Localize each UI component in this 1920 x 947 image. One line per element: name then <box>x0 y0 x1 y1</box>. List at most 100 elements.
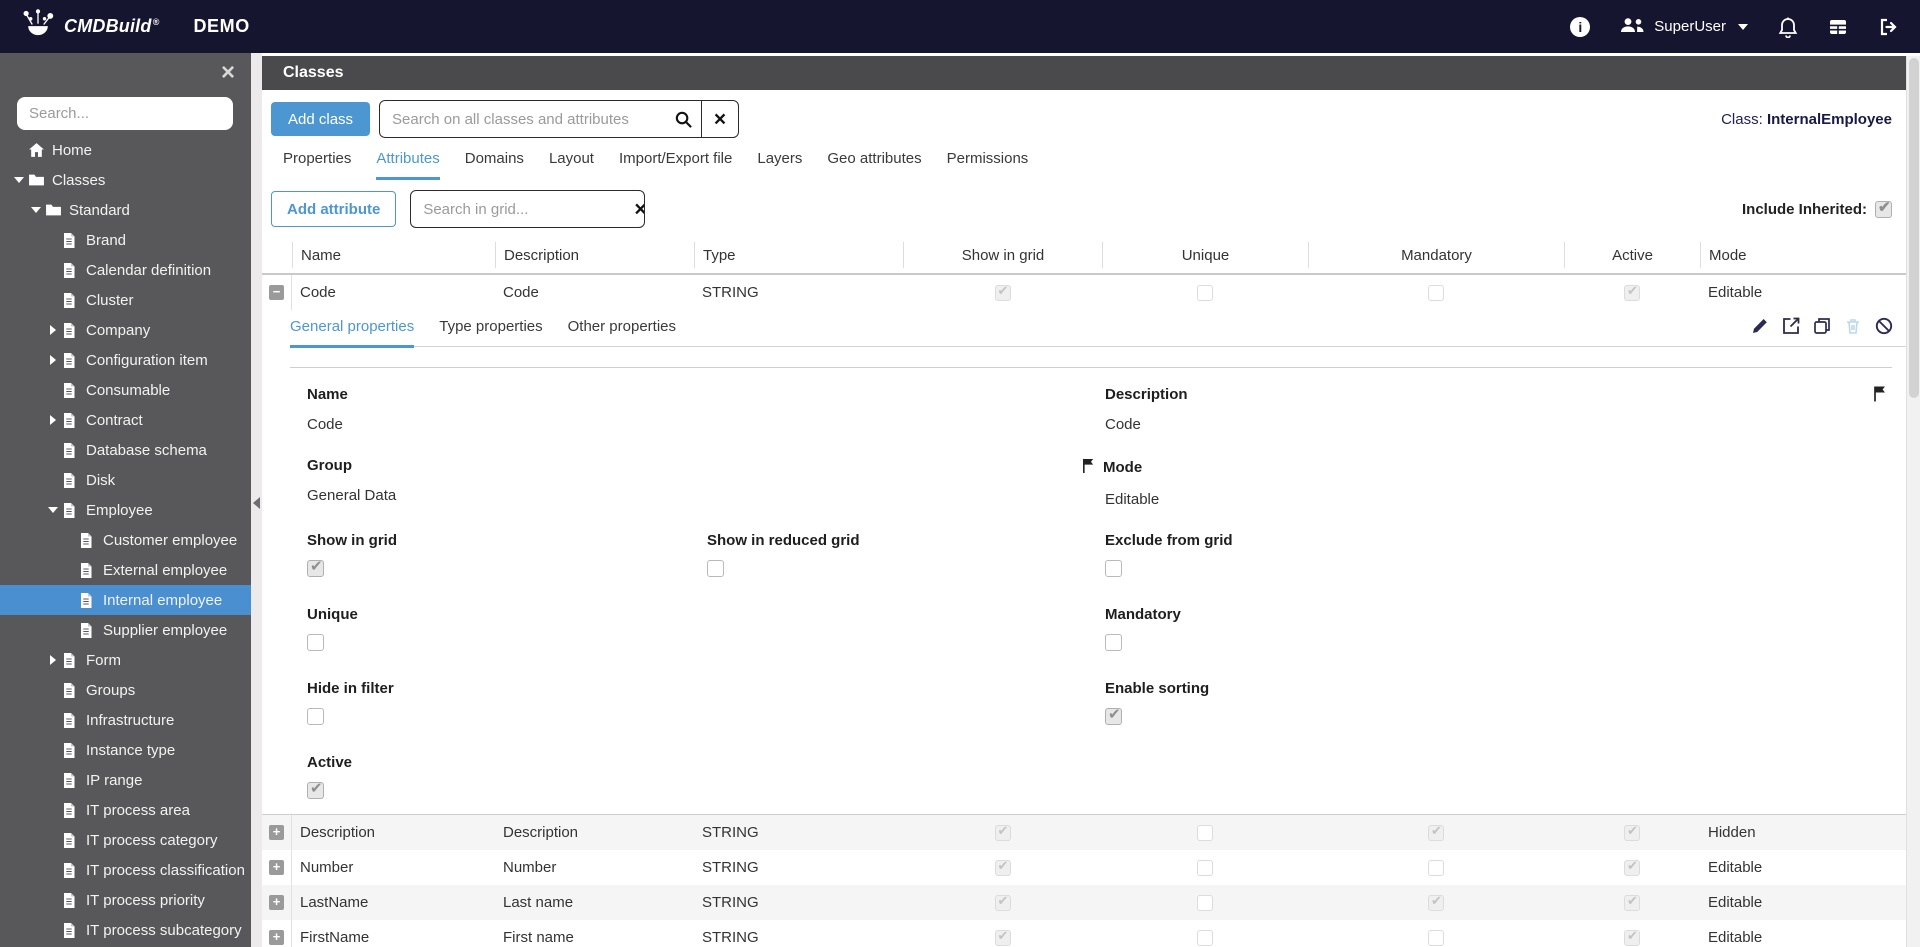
sidebar-item-it-process-area[interactable]: IT process area <box>0 795 251 825</box>
sidebar-item-it-process-priority[interactable]: IT process priority <box>0 885 251 915</box>
sidebar-item-supplier-employee[interactable]: Supplier employee <box>0 615 251 645</box>
show-in-reduced-grid-checkbox[interactable] <box>707 560 724 577</box>
delete-trash-icon[interactable] <box>1843 316 1863 336</box>
tab-layout[interactable]: Layout <box>549 150 594 180</box>
sidebar-item-instance-type[interactable]: Instance type <box>0 735 251 765</box>
sidebar-item-classes[interactable]: Classes <box>0 165 251 195</box>
attribute-row-firstname[interactable]: + FirstName First name STRING Editable <box>262 920 1906 947</box>
sidebar-item-groups[interactable]: Groups <box>0 675 251 705</box>
logout-icon[interactable] <box>1878 17 1900 37</box>
add-class-button[interactable]: Add class <box>271 102 371 136</box>
sidebar-item-disk[interactable]: Disk <box>0 465 251 495</box>
sidebar-item-form[interactable]: Form <box>0 645 251 675</box>
disable-ban-icon[interactable] <box>1874 316 1894 336</box>
tab-properties[interactable]: Properties <box>283 150 351 180</box>
column-header-description[interactable]: Description <box>495 242 694 268</box>
user-menu[interactable]: SuperUser <box>1620 17 1748 37</box>
mandatory-checkbox[interactable] <box>1105 634 1122 651</box>
column-header-name[interactable]: Name <box>292 242 495 268</box>
caret-down-icon[interactable] <box>12 177 26 183</box>
sidebar-item-it-process-subcategory[interactable]: IT process subcategory <box>0 915 251 945</box>
caret-down-icon[interactable] <box>29 207 43 213</box>
info-icon[interactable]: i <box>1570 16 1591 37</box>
sidebar-item-home[interactable]: Home <box>0 135 251 165</box>
column-header-mode[interactable]: Mode <box>1700 242 1906 268</box>
exclude-from-grid-checkbox[interactable] <box>1105 560 1122 577</box>
caret-down-icon[interactable] <box>46 507 60 513</box>
sidebar-item-customer-employee[interactable]: Customer employee <box>0 525 251 555</box>
grid-apps-icon[interactable] <box>1828 17 1848 37</box>
detail-tab-other-properties[interactable]: Other properties <box>568 318 676 346</box>
expand-row-icon[interactable]: + <box>262 885 292 920</box>
active-checkbox[interactable] <box>307 779 324 799</box>
detail-tab-general-properties[interactable]: General properties <box>290 318 415 348</box>
expand-row-icon[interactable]: + <box>262 815 292 850</box>
grid-search-input[interactable] <box>411 200 635 218</box>
sidebar-item-external-employee[interactable]: External employee <box>0 555 251 585</box>
sidebar-item-database-schema[interactable]: Database schema <box>0 435 251 465</box>
column-header-show-in-grid[interactable]: Show in grid <box>903 242 1102 268</box>
exclude-from-grid-label: Exclude from grid <box>1105 532 1233 549</box>
sidebar-item-contract[interactable]: Contract <box>0 405 251 435</box>
open-editor-icon[interactable] <box>1781 316 1801 336</box>
scrollbar-thumb[interactable] <box>1909 58 1919 398</box>
caret-right-icon[interactable] <box>46 355 60 365</box>
sidebar-item-cluster[interactable]: Cluster <box>0 285 251 315</box>
expand-row-icon[interactable]: + <box>262 850 292 885</box>
sidebar-item-calendar-definition[interactable]: Calendar definition <box>0 255 251 285</box>
tab-geo-attributes[interactable]: Geo attributes <box>827 150 921 180</box>
attribute-row-description[interactable]: + Description Description STRING Hidden <box>262 815 1906 850</box>
global-search-input[interactable] <box>380 110 666 128</box>
notifications-bell-icon[interactable] <box>1778 16 1798 38</box>
attribute-row-code[interactable]: −CodeCodeSTRINGEditable <box>262 275 1906 310</box>
caret-right-icon[interactable] <box>46 325 60 335</box>
sidebar-item-it-process-classification[interactable]: IT process classification <box>0 855 251 885</box>
search-clear-icon[interactable]: × <box>702 101 738 137</box>
chevron-down-icon <box>1738 23 1748 30</box>
vertical-scrollbar[interactable] <box>1906 56 1920 947</box>
column-header-type[interactable]: Type <box>694 242 903 268</box>
copy-icon[interactable] <box>1812 316 1832 336</box>
expand-row-icon[interactable]: + <box>262 920 292 947</box>
show-in-grid-checkbox[interactable] <box>307 557 324 577</box>
sidebar-item-internal-employee[interactable]: Internal employee <box>0 585 251 615</box>
tab-attributes[interactable]: Attributes <box>376 150 440 180</box>
caret-right-icon[interactable] <box>46 655 60 665</box>
hide-in-filter-checkbox[interactable] <box>307 708 324 725</box>
sidebar-close-icon[interactable]: × <box>221 61 235 85</box>
search-icon[interactable] <box>665 101 701 137</box>
sidebar-item-ip-range[interactable]: IP range <box>0 765 251 795</box>
cmdbuild-logo[interactable]: CMDBuild® <box>20 8 159 46</box>
sidebar-item-consumable[interactable]: Consumable <box>0 375 251 405</box>
column-header-unique[interactable]: Unique <box>1102 242 1308 268</box>
attribute-row-number[interactable]: + Number Number STRING Editable <box>262 850 1906 885</box>
include-inherited-checkbox[interactable] <box>1875 198 1892 218</box>
grid-search-clear-icon[interactable]: × <box>634 191 644 227</box>
mandatory-grid-checkbox <box>1428 859 1444 876</box>
sidebar-search-input[interactable] <box>17 97 233 130</box>
sidebar-collapse-handle[interactable] <box>251 492 262 514</box>
collapse-row-icon[interactable]: − <box>262 275 292 310</box>
sidebar-item-employee[interactable]: Employee <box>0 495 251 525</box>
unique-checkbox[interactable] <box>307 634 324 651</box>
caret-right-icon[interactable] <box>46 415 60 425</box>
tab-import-export-file[interactable]: Import/Export file <box>619 150 732 180</box>
tab-domains[interactable]: Domains <box>465 150 524 180</box>
translation-flag-icon[interactable] <box>1872 384 1888 408</box>
detail-tab-type-properties[interactable]: Type properties <box>439 318 542 346</box>
sidebar-item-brand[interactable]: Brand <box>0 225 251 255</box>
tab-layers[interactable]: Layers <box>757 150 802 180</box>
enable-sorting-checkbox[interactable] <box>1105 705 1122 725</box>
sidebar-item-configuration-item[interactable]: Configuration item <box>0 345 251 375</box>
sidebar-item-standard[interactable]: Standard <box>0 195 251 225</box>
sidebar-item-infrastructure[interactable]: Infrastructure <box>0 705 251 735</box>
edit-pencil-icon[interactable] <box>1750 316 1770 336</box>
column-header-mandatory[interactable]: Mandatory <box>1308 242 1564 268</box>
tab-permissions[interactable]: Permissions <box>947 150 1029 180</box>
sidebar-item-company[interactable]: Company <box>0 315 251 345</box>
attribute-row-lastname[interactable]: + LastName Last name STRING Editable <box>262 885 1906 920</box>
add-attribute-button[interactable]: Add attribute <box>271 191 397 227</box>
cell-unique <box>1102 284 1308 301</box>
column-header-active[interactable]: Active <box>1564 242 1700 268</box>
sidebar-item-it-process-category[interactable]: IT process category <box>0 825 251 855</box>
